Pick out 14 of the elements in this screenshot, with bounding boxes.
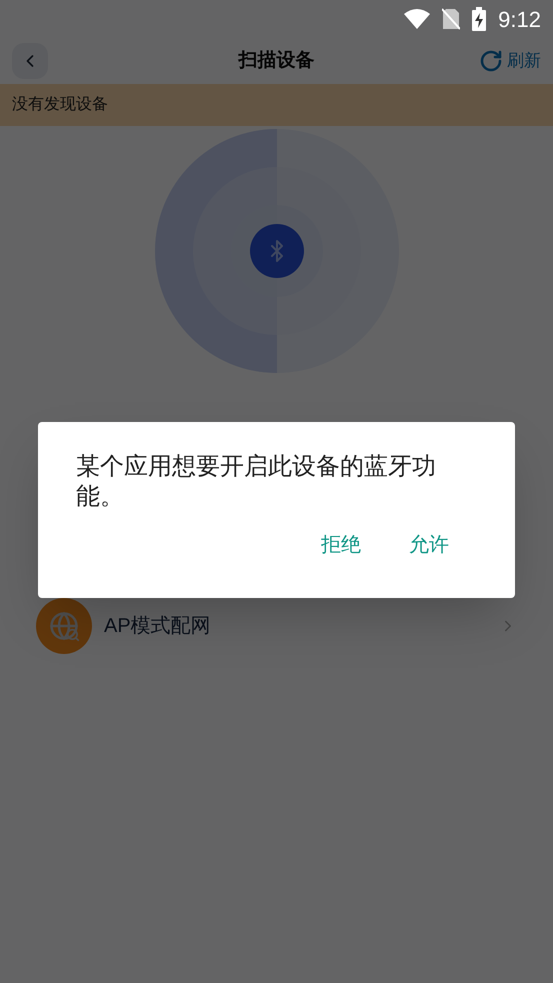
refresh-icon	[479, 49, 503, 73]
page-title: 扫描设备	[238, 48, 314, 73]
status-time: 9:12	[498, 6, 541, 34]
no-sim-icon	[442, 8, 460, 30]
wifi-icon	[404, 9, 430, 29]
option-label: AP模式配网	[104, 614, 211, 639]
dialog-message: 某个应用想要开启此设备的蓝牙功能。	[76, 452, 437, 512]
notice-banner: 没有发现设备	[0, 84, 553, 126]
option-row[interactable]: AP模式配网	[0, 596, 553, 656]
refresh-button[interactable]: 刷新	[479, 48, 541, 74]
dialog-button[interactable]: 允许	[393, 522, 465, 568]
back-button[interactable]	[12, 43, 48, 79]
dialog-button[interactable]: 拒绝	[305, 522, 377, 568]
battery-charging-icon	[472, 7, 486, 31]
